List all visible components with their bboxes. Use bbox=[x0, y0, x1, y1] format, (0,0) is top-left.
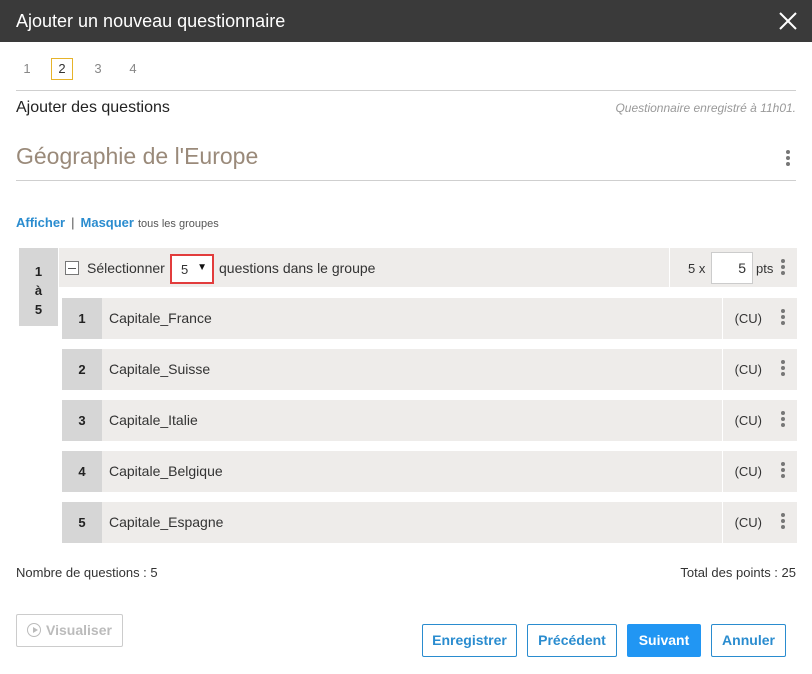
dialog-title: Ajouter un nouveau questionnaire bbox=[16, 11, 286, 31]
question-menu-icon[interactable] bbox=[779, 513, 787, 531]
question-row[interactable]: 1 Capitale_France (CU) bbox=[62, 298, 797, 339]
dropdown-arrow-icon: ▼ bbox=[197, 262, 207, 273]
group-header: Sélectionner 5 ▼ questions dans le group… bbox=[59, 248, 797, 287]
previous-button[interactable]: Précédent bbox=[527, 624, 617, 657]
hide-groups-link[interactable]: Masquer bbox=[81, 215, 134, 230]
preview-button-label: Visualiser bbox=[46, 622, 112, 638]
next-button[interactable]: Suivant bbox=[627, 624, 701, 657]
question-number: 4 bbox=[62, 451, 102, 492]
question-name[interactable]: Capitale_France bbox=[109, 310, 212, 326]
question-type: (CU) bbox=[722, 502, 762, 543]
points-multiplier: 5 x bbox=[688, 261, 706, 276]
questionnaire-title[interactable]: Géographie de l'Europe bbox=[16, 143, 258, 170]
step-4[interactable]: 4 bbox=[122, 58, 144, 80]
question-number: 3 bbox=[62, 400, 102, 441]
in-group-label: questions dans le groupe bbox=[219, 260, 376, 276]
play-icon bbox=[27, 623, 42, 637]
step-3[interactable]: 3 bbox=[87, 58, 109, 80]
question-menu-icon[interactable] bbox=[779, 411, 787, 429]
question-name[interactable]: Capitale_Belgique bbox=[109, 463, 223, 479]
question-number: 1 bbox=[62, 298, 102, 339]
group-range-to: 5 bbox=[34, 302, 43, 317]
section-title: Ajouter des questions bbox=[16, 99, 170, 116]
question-row[interactable]: 5 Capitale_Espagne (CU) bbox=[62, 502, 797, 543]
dialog-titlebar: Ajouter un nouveau questionnaire bbox=[0, 0, 812, 42]
question-row[interactable]: 4 Capitale_Belgique (CU) bbox=[62, 451, 797, 492]
question-name[interactable]: Capitale_Suisse bbox=[109, 361, 210, 377]
question-menu-icon[interactable] bbox=[779, 309, 787, 327]
question-type: (CU) bbox=[722, 451, 762, 492]
question-count-value: 5 bbox=[181, 262, 189, 277]
saved-status: Questionnaire enregistré à 11h01. bbox=[615, 101, 796, 115]
header-divider bbox=[669, 248, 670, 287]
question-menu-icon[interactable] bbox=[779, 462, 787, 480]
question-name[interactable]: Capitale_Italie bbox=[109, 412, 198, 428]
divider bbox=[16, 180, 796, 181]
collapse-group-icon[interactable] bbox=[65, 261, 79, 275]
select-label: Sélectionner bbox=[87, 260, 165, 276]
points-unit: pts bbox=[756, 261, 774, 276]
question-menu-icon[interactable] bbox=[779, 360, 787, 378]
questionnaire-menu-icon[interactable] bbox=[784, 150, 792, 168]
points-input[interactable]: 5 bbox=[711, 252, 753, 284]
preview-button[interactable]: Visualiser bbox=[16, 614, 123, 647]
group-range-sep: à bbox=[34, 283, 43, 298]
question-row[interactable]: 2 Capitale_Suisse (CU) bbox=[62, 349, 797, 390]
question-name[interactable]: Capitale_Espagne bbox=[109, 514, 223, 530]
close-icon[interactable] bbox=[776, 9, 800, 33]
question-number: 5 bbox=[62, 502, 102, 543]
group-range-from: 1 bbox=[34, 264, 43, 279]
show-groups-link[interactable]: Afficher bbox=[16, 215, 65, 230]
groups-toggle-suffix: tous les groupes bbox=[137, 218, 219, 230]
total-points-summary: Total des points : 25 bbox=[680, 565, 796, 580]
toggle-separator: | bbox=[71, 215, 75, 230]
question-type: (CU) bbox=[722, 400, 762, 441]
step-1[interactable]: 1 bbox=[16, 58, 38, 80]
step-2-active[interactable]: 2 bbox=[51, 58, 73, 80]
group-menu-icon[interactable] bbox=[779, 259, 787, 277]
divider bbox=[16, 90, 796, 91]
group-range-label: 1 à 5 bbox=[19, 248, 58, 326]
question-count-summary: Nombre de questions : 5 bbox=[16, 565, 158, 580]
save-button[interactable]: Enregistrer bbox=[422, 624, 517, 657]
question-type: (CU) bbox=[722, 349, 762, 390]
question-number: 2 bbox=[62, 349, 102, 390]
groups-toggle: Afficher | Masquer tous les groupes bbox=[16, 215, 219, 230]
cancel-button[interactable]: Annuler bbox=[711, 624, 786, 657]
question-type: (CU) bbox=[722, 298, 762, 339]
question-row[interactable]: 3 Capitale_Italie (CU) bbox=[62, 400, 797, 441]
question-count-select[interactable]: 5 ▼ bbox=[170, 254, 214, 284]
